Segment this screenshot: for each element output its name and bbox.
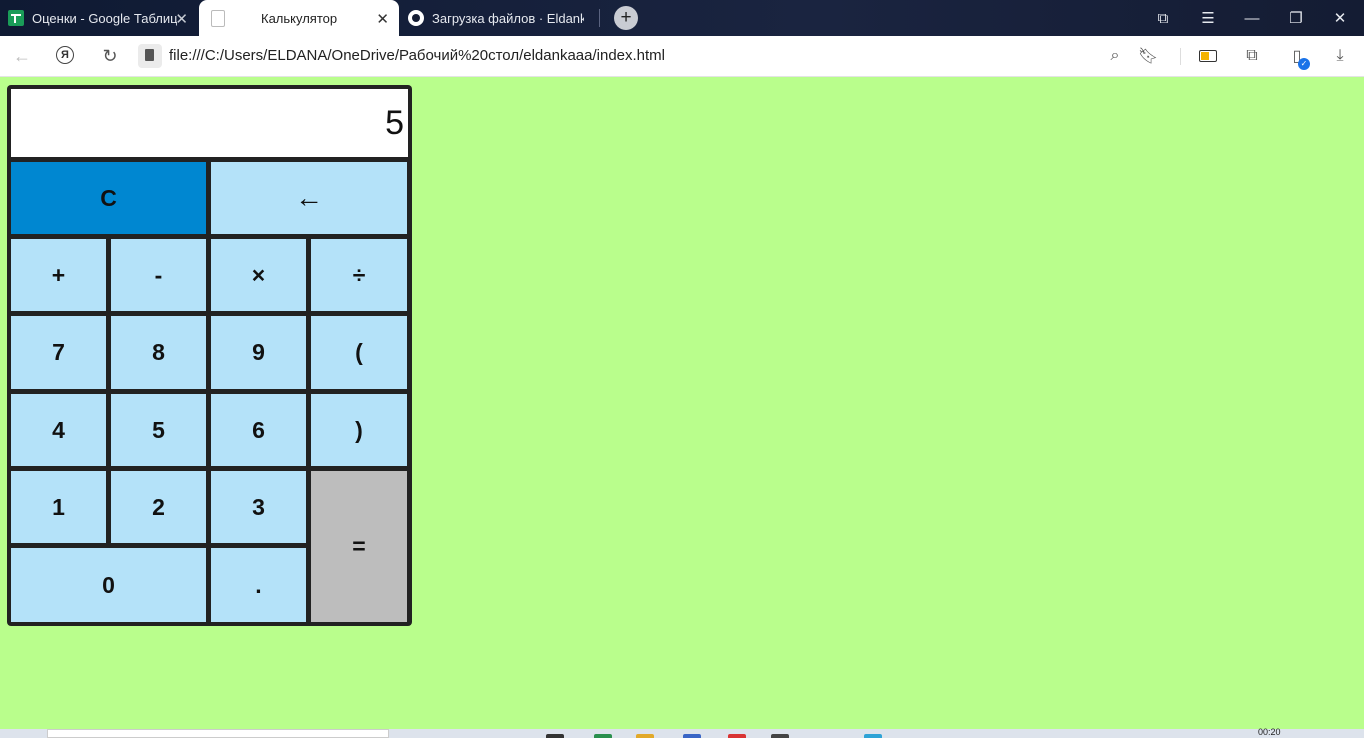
- taskbar: 00:20: [0, 727, 1364, 738]
- calculator: 5 C ← + - × ÷ 7 8 9 ( 4 5 6 ) 1 2 3 = 0 …: [7, 85, 412, 626]
- collections-icon[interactable]: ⧉: [1141, 0, 1185, 36]
- bookmark-icon[interactable]: 🔖︎: [1137, 45, 1159, 67]
- tab-calculator[interactable]: Калькулятор ✕: [199, 0, 399, 36]
- backspace-button[interactable]: ←: [211, 162, 407, 234]
- tab-google-sheets[interactable]: Оценки - Google Таблицы ✕: [0, 0, 198, 36]
- url-field[interactable]: file:///C:/Users/ELDANA/OneDrive/Рабочий…: [169, 36, 665, 76]
- battery-saver-icon[interactable]: [1199, 50, 1217, 62]
- taskbar-app-icon[interactable]: [636, 734, 654, 738]
- minimize-button[interactable]: —: [1230, 0, 1274, 36]
- zoom-icon[interactable]: ⌕: [1104, 45, 1126, 67]
- taskbar-app-icon[interactable]: [771, 734, 789, 738]
- taskbar-app-icon[interactable]: [594, 734, 612, 738]
- browser-tab-strip: Оценки - Google Таблицы ✕ Калькулятор ✕ …: [0, 0, 1364, 36]
- digit-3-button[interactable]: 3: [211, 471, 306, 543]
- tab-title: Оценки - Google Таблицы: [32, 10, 177, 26]
- download-icon[interactable]: ⤓: [1329, 45, 1351, 67]
- digit-7-button[interactable]: 7: [11, 316, 106, 389]
- close-tab-icon[interactable]: ✕: [376, 10, 389, 28]
- check-badge-icon: ✓: [1298, 58, 1310, 70]
- new-tab-button[interactable]: +: [614, 6, 638, 30]
- digit-8-button[interactable]: 8: [111, 316, 206, 389]
- taskbar-app-icon[interactable]: [864, 734, 882, 738]
- calculator-display: 5: [11, 89, 408, 157]
- taskbar-app-icon[interactable]: [728, 734, 746, 738]
- digit-4-button[interactable]: 4: [11, 394, 106, 466]
- taskbar-app-icon[interactable]: [683, 734, 701, 738]
- restore-button[interactable]: ❐: [1274, 0, 1318, 36]
- decimal-point-button[interactable]: .: [211, 548, 306, 622]
- divide-button[interactable]: ÷: [311, 239, 407, 311]
- digit-9-button[interactable]: 9: [211, 316, 306, 389]
- toolbar-separator: [1180, 48, 1181, 65]
- digit-2-button[interactable]: 2: [111, 471, 206, 543]
- digit-1-button[interactable]: 1: [11, 471, 106, 543]
- plus-button[interactable]: +: [11, 239, 106, 311]
- extensions-icon[interactable]: ⧉: [1241, 45, 1263, 67]
- multiply-button[interactable]: ×: [211, 239, 306, 311]
- menu-icon[interactable]: ☰: [1186, 0, 1230, 36]
- open-paren-button[interactable]: (: [311, 316, 407, 389]
- yandex-icon[interactable]: Я: [56, 46, 74, 64]
- minus-button[interactable]: -: [111, 239, 206, 311]
- address-bar: ← Я ↻ file:///C:/Users/ELDANA/OneDrive/Р…: [0, 36, 1364, 77]
- tab-title: Загрузка файлов · Eldankaaa: [432, 10, 584, 26]
- back-arrow-icon[interactable]: ←: [9, 43, 35, 69]
- taskbar-app-icon[interactable]: [546, 734, 564, 738]
- close-tab-icon[interactable]: ✕: [175, 10, 188, 28]
- tab-title: Калькулятор: [261, 10, 338, 26]
- taskbar-clock: 00:20: [1258, 727, 1281, 737]
- digit-0-button[interactable]: 0: [11, 548, 206, 622]
- reload-icon[interactable]: ↻: [97, 43, 123, 69]
- page-icon: [211, 9, 225, 27]
- close-paren-button[interactable]: ): [311, 394, 407, 466]
- close-window-button[interactable]: ✕: [1318, 0, 1362, 36]
- tab-separator: [599, 9, 600, 27]
- equals-button[interactable]: =: [311, 471, 407, 622]
- digit-6-button[interactable]: 6: [211, 394, 306, 466]
- google-sheets-icon: [8, 10, 24, 26]
- page-info-icon[interactable]: [138, 44, 162, 68]
- github-icon: [408, 10, 424, 26]
- digit-5-button[interactable]: 5: [111, 394, 206, 466]
- taskbar-search-box[interactable]: [47, 729, 389, 738]
- tab-github-upload[interactable]: Загрузка файлов · Eldankaaa: [408, 0, 600, 36]
- clear-button[interactable]: C: [11, 162, 206, 234]
